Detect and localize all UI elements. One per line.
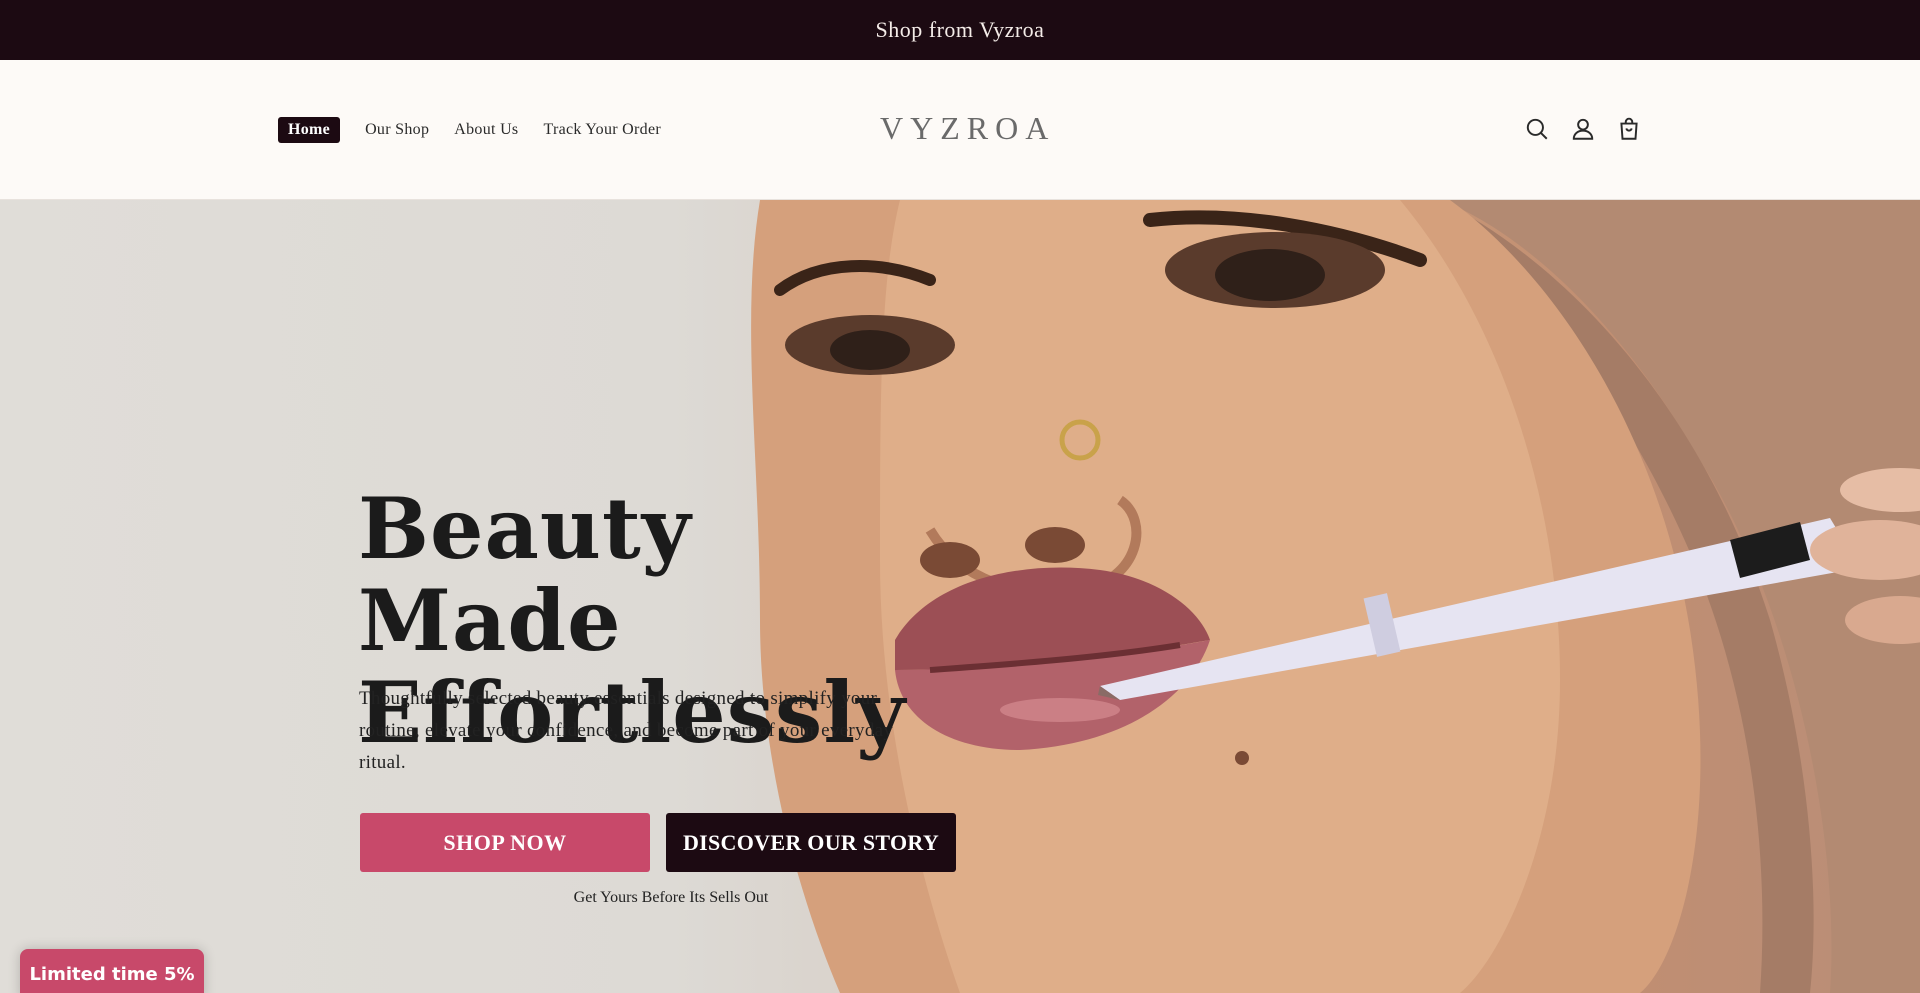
hero-image [740,200,1920,993]
discover-story-button[interactable]: DISCOVER OUR STORY [666,813,956,872]
announcement-bar: Shop from Vyzroa [0,0,1920,60]
nav-item-about-us[interactable]: About Us [454,121,518,139]
nav-item-track-order[interactable]: Track Your Order [543,121,661,139]
cart-icon[interactable] [1616,116,1642,142]
hero-subtitle: Thoughtfully selected beauty essentials … [359,688,894,773]
hero-banner: Beauty Made Effortlessly Thoughtfully se… [0,200,1920,993]
main-nav: Home Our Shop About Us Track Your Order [278,117,686,143]
shop-now-button[interactable]: SHOP NOW [360,813,650,872]
nav-item-home[interactable]: Home [278,117,341,143]
hero-title-line1: Beauty Made [358,479,692,670]
promo-tab[interactable]: Limited time 5% [20,949,204,993]
search-icon[interactable] [1524,116,1550,142]
site-logo[interactable]: VYZROA [880,110,1048,147]
site-header: Home Our Shop About Us Track Your Order … [0,60,1920,200]
account-icon[interactable] [1570,116,1596,142]
hero-note: Get Yours Before Its Sells Out [573,889,769,906]
nav-item-our-shop[interactable]: Our Shop [365,121,429,139]
announcement-text: Shop from Vyzroa [875,17,1045,42]
header-icons [1524,116,1642,142]
